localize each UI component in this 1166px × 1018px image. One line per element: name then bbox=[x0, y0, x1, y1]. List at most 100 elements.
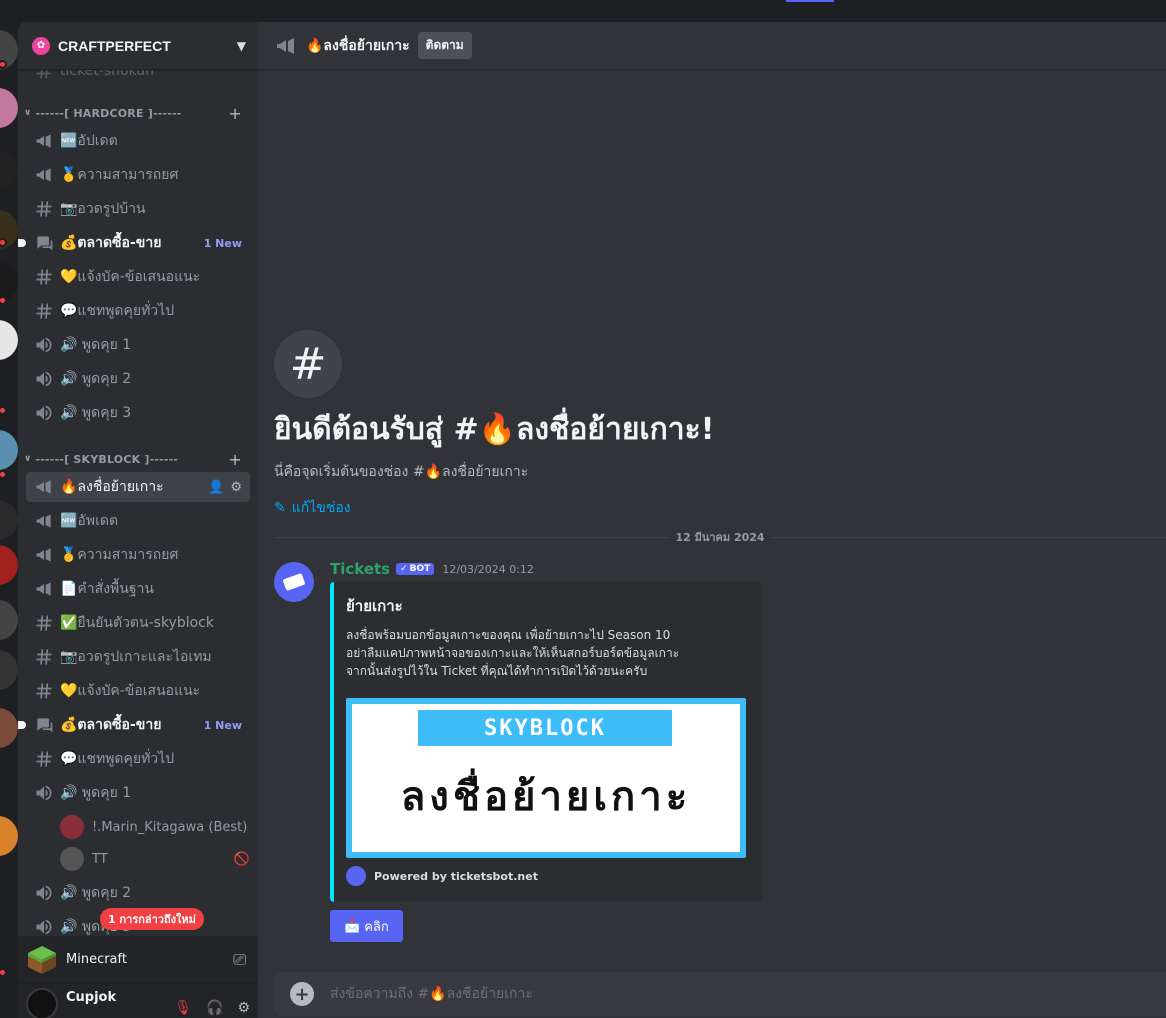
server-icon[interactable] bbox=[0, 500, 18, 540]
channel-name: 📷อวดรูปบ้าน bbox=[60, 201, 146, 217]
channel-item[interactable]: ✅ยืนยันตัวตน-skyblock bbox=[26, 608, 250, 638]
mention-dot bbox=[0, 296, 7, 305]
text-channel-icon bbox=[34, 70, 54, 81]
server-header[interactable]: ✿ CRAFTPERFECT ▼ bbox=[18, 22, 258, 70]
gear-icon[interactable]: ⚙ bbox=[230, 480, 242, 495]
voice-user[interactable]: !.Marin_Kitagawa (Best) bbox=[60, 814, 250, 840]
server-icon[interactable] bbox=[0, 150, 18, 190]
server-icon[interactable] bbox=[0, 600, 18, 640]
edit-channel-link[interactable]: ✎ แก้ไขช่อง bbox=[274, 497, 1154, 519]
channel-name: 🆕อัปเดต bbox=[60, 133, 118, 149]
add-channel-icon[interactable]: + bbox=[228, 450, 242, 469]
channel-item[interactable]: 🥇ความสามารถยศ bbox=[26, 540, 250, 570]
embed-description-line: ลงชื่อพร้อมบอกข้อมูลเกาะของคุณ เพื่อย้าย… bbox=[346, 628, 671, 642]
message-author[interactable]: Tickets bbox=[330, 560, 390, 578]
server-rail bbox=[0, 0, 18, 1018]
channel-list: ticket-shokun ∨ ------[ HARDCORE ]------ + 🆕… bbox=[18, 70, 258, 936]
pencil-icon: ✎ bbox=[274, 500, 286, 516]
server-icon[interactable] bbox=[0, 88, 18, 128]
channel-category[interactable]: ∨ ------[ SKYBLOCK ]------ + bbox=[18, 449, 258, 469]
mic-muted-icon[interactable]: 🎙 bbox=[174, 1000, 192, 1016]
channel-welcome: # ยินดีต้อนรับสู่ #🔥ลงชื่อย้ายเกาะ! นี่ค… bbox=[274, 330, 1154, 519]
voice-channel-icon bbox=[34, 883, 54, 903]
chevron-down-icon[interactable]: ▼ bbox=[237, 39, 246, 53]
screen-share-icon[interactable]: ⎚ bbox=[233, 950, 246, 970]
server-icon[interactable] bbox=[0, 545, 18, 585]
new-mention-pill[interactable]: 1 การกล่าวถึงใหม่ bbox=[100, 908, 204, 930]
message-embed: ย้ายเกาะ ลงชื่อพร้อมบอกข้อมูลเกาะของคุณ … bbox=[330, 582, 762, 902]
channel-title: 🔥ลงชื่อย้ายเกาะ bbox=[306, 37, 410, 54]
headphones-icon[interactable]: 🎧 bbox=[206, 1000, 223, 1016]
channel-item[interactable]: 📄คำสั่งพื้นฐาน bbox=[26, 574, 250, 604]
channel-item[interactable]: 🔊 พูดคุย 2 bbox=[26, 878, 250, 908]
channel-item[interactable]: 🥇ความสามารถยศ bbox=[26, 160, 250, 190]
forum-channel-icon bbox=[34, 715, 54, 735]
server-icon[interactable] bbox=[0, 650, 18, 690]
announcement-channel-icon bbox=[34, 579, 54, 599]
add-member-icon[interactable]: 👤 bbox=[208, 480, 224, 495]
embed-description: ลงชื่อพร้อมบอกข้อมูลเกาะของคุณ เพื่อย้าย… bbox=[346, 626, 746, 680]
server-icon[interactable] bbox=[0, 320, 18, 360]
announcement-channel-icon bbox=[34, 165, 54, 185]
date-separator: 12 มีนาคม 2024 bbox=[274, 530, 1166, 544]
channel-category[interactable]: ∨ ------[ HARDCORE ]------ + bbox=[18, 103, 258, 123]
embed-image[interactable]: SKYBLOCK ลงชื่อย้ายเกาะ bbox=[346, 698, 746, 858]
voice-user[interactable]: TT 🚫 bbox=[60, 846, 250, 872]
embed-description-line: อย่าลืมแคปภาพหน้าจอของเกาะและให้เห็นสกอร… bbox=[346, 646, 680, 660]
channel-name: 📄คำสั่งพื้นฐาน bbox=[60, 581, 154, 597]
channel-item[interactable]: 💬แชทพูดคุยทั่วไป bbox=[26, 296, 250, 326]
envelope-icon: 📩 bbox=[344, 918, 361, 934]
avatar[interactable] bbox=[26, 988, 58, 1018]
channel-name: 📷อวดรูปเกาะและไอเทม bbox=[60, 649, 212, 665]
embed-description-line: จากนั้นส่งรูปไว้ใน Ticket ที่คุณได้ทำการ… bbox=[346, 664, 648, 678]
announcement-channel-icon bbox=[34, 511, 54, 531]
click-button[interactable]: 📩 คลิก bbox=[330, 910, 403, 942]
follow-button[interactable]: ติดตาม bbox=[417, 32, 472, 59]
chevron-down-icon: ∨ bbox=[24, 454, 32, 464]
channel-item[interactable]: 📷อวดรูปบ้าน bbox=[26, 194, 250, 224]
text-channel-icon bbox=[34, 681, 54, 701]
gear-icon[interactable]: ⚙ bbox=[237, 1000, 250, 1016]
chat-area: 🔥ลงชื่อย้ายเกาะ ติดตาม # ยินดีต้อนรับสู่… bbox=[258, 22, 1166, 1018]
text-channel-icon bbox=[34, 647, 54, 667]
forum-channel-icon bbox=[34, 233, 54, 253]
channel-item[interactable]: 🆕อัปเดต bbox=[26, 126, 250, 156]
channel-item[interactable]: 🔊 พูดคุย 2 bbox=[26, 364, 250, 394]
channel-item[interactable]: ticket-shokun bbox=[26, 70, 250, 86]
channel-item[interactable]: 💛แจ้งบัค-ข้อเสนอแนะ bbox=[26, 262, 250, 292]
channel-name: 🔊 พูดคุย 2 bbox=[60, 371, 132, 387]
message-composer: + bbox=[274, 972, 1166, 1016]
channel-item[interactable]: 💰ตลาดซื้อ-ขาย 1 New bbox=[18, 710, 250, 740]
title-bar-accent bbox=[786, 0, 834, 2]
channel-name: 🔊 พูดคุย 2 bbox=[60, 885, 132, 901]
channel-item[interactable]: 💰ตลาดซื้อ-ขาย 1 New bbox=[18, 228, 250, 258]
add-attachment-icon[interactable]: + bbox=[290, 982, 314, 1006]
channel-item[interactable]: 📷อวดรูปเกาะและไอเทม bbox=[26, 642, 250, 672]
embed-title: ย้ายเกาะ bbox=[346, 597, 403, 615]
mic-muted-icon: 🚫 bbox=[233, 851, 250, 867]
divider bbox=[770, 536, 1166, 538]
add-channel-icon[interactable]: + bbox=[228, 104, 242, 123]
activity-name: Minecraft bbox=[66, 952, 127, 967]
channel-item[interactable]: 💛แจ้งบัค-ข้อเสนอแนะ bbox=[26, 676, 250, 706]
bot-avatar[interactable] bbox=[274, 562, 314, 602]
server-icon[interactable] bbox=[0, 430, 18, 470]
username[interactable]: Cupjok bbox=[66, 990, 174, 1005]
welcome-title: ยินดีต้อนรับสู่ #🔥ลงชื่อย้ายเกาะ! bbox=[274, 412, 715, 447]
channel-item[interactable]: 🔊 พูดคุย 1 bbox=[26, 330, 250, 360]
channel-item[interactable]: 🔊 พูดคุย 1 bbox=[26, 778, 250, 808]
mention-dot bbox=[0, 470, 7, 479]
check-icon: ✓ bbox=[400, 564, 408, 574]
channel-item[interactable]: 🔊 พูดคุย 3 bbox=[26, 398, 250, 428]
user-panel: Cupjok 🎙 🎧 ⚙ bbox=[18, 984, 258, 1018]
server-icon[interactable] bbox=[0, 816, 18, 856]
channel-sidebar: ✿ CRAFTPERFECT ▼ ticket-shokun ∨ ------[ H… bbox=[18, 22, 258, 1018]
channel-item[interactable]: 🔥ลงชื่อย้ายเกาะ 👤 ⚙ bbox=[26, 472, 250, 502]
server-icon[interactable] bbox=[0, 708, 18, 748]
channel-item[interactable]: 🆕อัพเดต bbox=[26, 506, 250, 536]
message-input[interactable] bbox=[330, 986, 1158, 1002]
category-name: ------[ SKYBLOCK ]------ bbox=[35, 452, 179, 466]
channel-item[interactable]: 💬แชทพูดคุยทั่วไป bbox=[26, 744, 250, 774]
channel-name: 💬แชทพูดคุยทั่วไป bbox=[60, 751, 175, 767]
channel-name: 🔊 พูดคุย 3 bbox=[60, 405, 132, 421]
